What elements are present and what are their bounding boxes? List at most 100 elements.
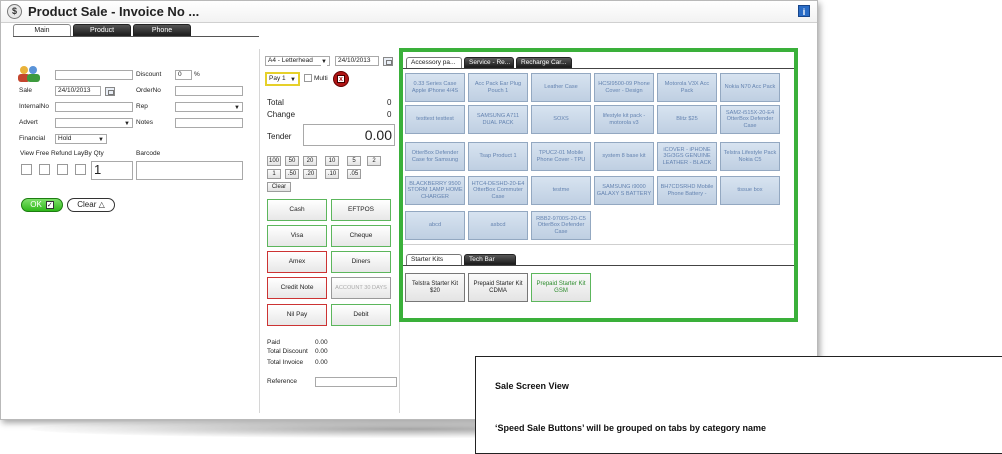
- cash-5-button[interactable]: 5: [347, 156, 361, 166]
- notes-label: Notes: [136, 119, 153, 126]
- cash-100-button[interactable]: 100: [267, 156, 281, 166]
- speed-button[interactable]: abcd: [405, 211, 465, 240]
- view-checkbox[interactable]: [21, 164, 32, 175]
- tab-main[interactable]: Main: [13, 24, 71, 36]
- nil-pay-button[interactable]: Nil Pay: [267, 304, 327, 326]
- orderno-input[interactable]: [175, 86, 243, 96]
- speed-button[interactable]: SAMSUNG i9000 GALAXY S BATTERY: [594, 176, 654, 205]
- tab-tech-bar[interactable]: Tech Bar: [464, 254, 516, 265]
- debit-button[interactable]: Debit: [331, 304, 391, 326]
- speed-button[interactable]: TPUC2-01 Mobile Phone Cover - TPU: [531, 142, 591, 171]
- cash-button[interactable]: Cash: [267, 199, 327, 221]
- speed-button[interactable]: Leather Case: [531, 73, 591, 102]
- account-30-days-button[interactable]: ACCOUNT 30 DAYS: [331, 277, 391, 299]
- reference-input[interactable]: [315, 377, 397, 387]
- paid-value: 0.00: [315, 339, 328, 346]
- speed-button[interactable]: BH7CDSRHD Mobile Phone Battery -: [657, 176, 717, 205]
- speed-button[interactable]: SAMSUNG A711 DUAL PACK: [468, 105, 528, 134]
- kit-button[interactable]: Telstra Starter Kit $20: [405, 273, 465, 302]
- speed-button[interactable]: Motorola V3X Acc Pack: [657, 73, 717, 102]
- kit-button[interactable]: Prepaid Starter Kit CDMA: [468, 273, 528, 302]
- speed-button[interactable]: Telstra Lifestyle Pack Nokia C5: [720, 142, 780, 171]
- speed-button[interactable]: BLACKBERRY 9500 STORM 1AMP HOME CHARGER: [405, 176, 465, 205]
- cash-1-button[interactable]: 1: [267, 169, 281, 179]
- speed-button[interactable]: asbcd: [468, 211, 528, 240]
- speed-button[interactable]: system 8 base kit: [594, 142, 654, 171]
- print-format-select[interactable]: A4 - Letterhead ▼: [265, 56, 330, 66]
- pay-select[interactable]: Pay 1 ▼: [265, 72, 300, 86]
- speed-button[interactable]: Tsap Product 1: [468, 142, 528, 171]
- tender-input[interactable]: 0.00: [303, 124, 395, 146]
- column-divider: [259, 49, 260, 413]
- cancel-icon[interactable]: x: [333, 71, 349, 87]
- chevron-down-icon: ▼: [98, 137, 104, 143]
- callout-text: ‘Speed Sale Buttons’ will be grouped on …: [495, 423, 767, 433]
- cash-10-button[interactable]: 10: [325, 156, 339, 166]
- notes-input[interactable]: [175, 118, 243, 128]
- speed-button[interactable]: testme: [531, 176, 591, 205]
- cash-5c-button[interactable]: .05: [347, 169, 361, 179]
- tab-starter-kits[interactable]: Starter Kits: [406, 254, 462, 265]
- free-checkbox[interactable]: [39, 164, 50, 175]
- clear-label: Clear: [77, 200, 97, 209]
- tab-underline: [403, 265, 794, 266]
- clear-button[interactable]: Clear △: [67, 198, 115, 212]
- kit-button[interactable]: Prepaid Starter Kit GSM: [531, 273, 591, 302]
- rep-select[interactable]: ▼: [175, 102, 243, 112]
- customer-field[interactable]: [55, 70, 133, 80]
- financial-label: Financial: [19, 135, 46, 142]
- visa-button[interactable]: Visa: [267, 225, 327, 247]
- sale-date-input[interactable]: 24/10/2013: [55, 86, 101, 96]
- speed-button[interactable]: HTC4-DESHD-20-E4 OtterBox Commuter Case: [468, 176, 528, 205]
- layby-checkbox[interactable]: [75, 164, 86, 175]
- tab-accessory-pack[interactable]: Accessory pa...: [406, 57, 462, 68]
- info-icon[interactable]: i: [798, 5, 810, 17]
- amex-button[interactable]: Amex: [267, 251, 327, 273]
- speed-button[interactable]: RBB2-9700S-20-C5 OtterBox Defender Case: [531, 211, 591, 240]
- speed-button[interactable]: iCOVER - iPHONE 3G/3GS GENUINE LEATHER -…: [657, 142, 717, 171]
- internalno-input[interactable]: [55, 102, 133, 112]
- tab-phone[interactable]: Phone: [133, 24, 191, 36]
- speed-button[interactable]: HCSI9500-09 Phone Cover - Design: [594, 73, 654, 102]
- cheque-button[interactable]: Cheque: [331, 225, 391, 247]
- calendar-icon[interactable]: [383, 57, 393, 66]
- speed-button[interactable]: 0.33 Series Case Apple iPhone 4/4S: [405, 73, 465, 102]
- barcode-input[interactable]: [136, 161, 243, 180]
- credit-note-button[interactable]: Credit Note: [267, 277, 327, 299]
- total-discount-label: Total Discount: [267, 348, 308, 355]
- discount-input[interactable]: 0: [175, 70, 192, 80]
- cash-20c-button[interactable]: .20: [303, 169, 317, 179]
- speed-button[interactable]: Blitz $25: [657, 105, 717, 134]
- refund-checkbox[interactable]: [57, 164, 68, 175]
- multi-checkbox[interactable]: [304, 74, 312, 82]
- eftpos-button[interactable]: EFTPOS: [331, 199, 391, 221]
- speed-button[interactable]: SAM2-i515X-20-E4 OtterBox Defender Case: [720, 105, 780, 134]
- ok-button[interactable]: OK ✓: [21, 198, 63, 212]
- cash-50c-button[interactable]: .50: [285, 169, 299, 179]
- tab-service-repair[interactable]: Service - Re...: [464, 57, 514, 68]
- speed-button[interactable]: tissue box: [720, 176, 780, 205]
- speed-button[interactable]: Nokia N70 Acc Pack: [720, 73, 780, 102]
- cash-50-button[interactable]: 50: [285, 156, 299, 166]
- speed-button[interactable]: lifestyle kit pack - motorola v3: [594, 105, 654, 134]
- change-label: Change: [267, 110, 296, 119]
- invoice-date-input[interactable]: 24/10/2013: [335, 56, 379, 66]
- advert-select[interactable]: ▼: [55, 118, 133, 128]
- speed-button[interactable]: testtest testtest: [405, 105, 465, 134]
- tab-product[interactable]: Product: [73, 24, 131, 36]
- speed-button[interactable]: OtterBox Defender Case for Samsung: [405, 142, 465, 171]
- speed-button[interactable]: Acc Pack Ear Plug Pouch 1: [468, 73, 528, 102]
- cash-10c-button[interactable]: .10: [325, 169, 339, 179]
- speed-button[interactable]: SOXS: [531, 105, 591, 134]
- tab-recharge-card[interactable]: Recharge Car...: [516, 57, 572, 68]
- cash-2-button[interactable]: 2: [367, 156, 381, 166]
- customer-group-icon[interactable]: [17, 65, 41, 83]
- financial-select[interactable]: Hold ▼: [55, 134, 107, 144]
- check-icon: ✓: [45, 200, 54, 209]
- diners-button[interactable]: Diners: [331, 251, 391, 273]
- window-title: Product Sale - Invoice No ...: [28, 4, 200, 19]
- qty-input[interactable]: 1: [91, 161, 133, 180]
- calendar-icon[interactable]: [105, 87, 115, 96]
- cash-20-button[interactable]: 20: [303, 156, 317, 166]
- numpad-clear-button[interactable]: Clear: [267, 182, 291, 192]
